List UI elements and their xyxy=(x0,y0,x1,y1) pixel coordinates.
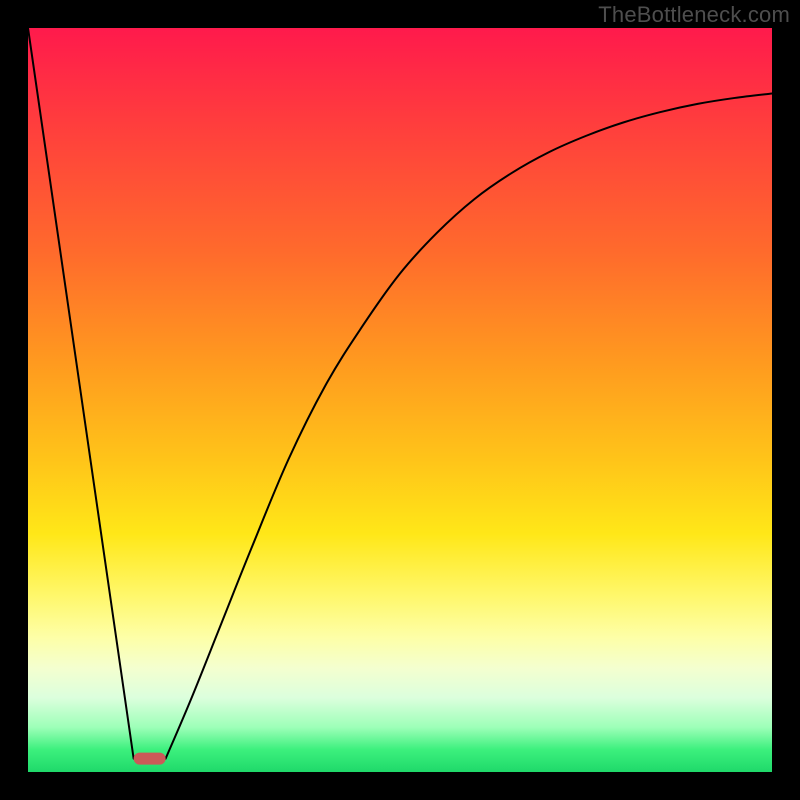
chart-svg xyxy=(28,28,772,772)
curve-right-ascent xyxy=(166,93,772,758)
curve-left-descent xyxy=(28,28,134,759)
plot-area xyxy=(28,28,772,772)
optimal-marker xyxy=(134,753,166,765)
watermark-text: TheBottleneck.com xyxy=(598,2,790,28)
chart-frame: TheBottleneck.com xyxy=(0,0,800,800)
